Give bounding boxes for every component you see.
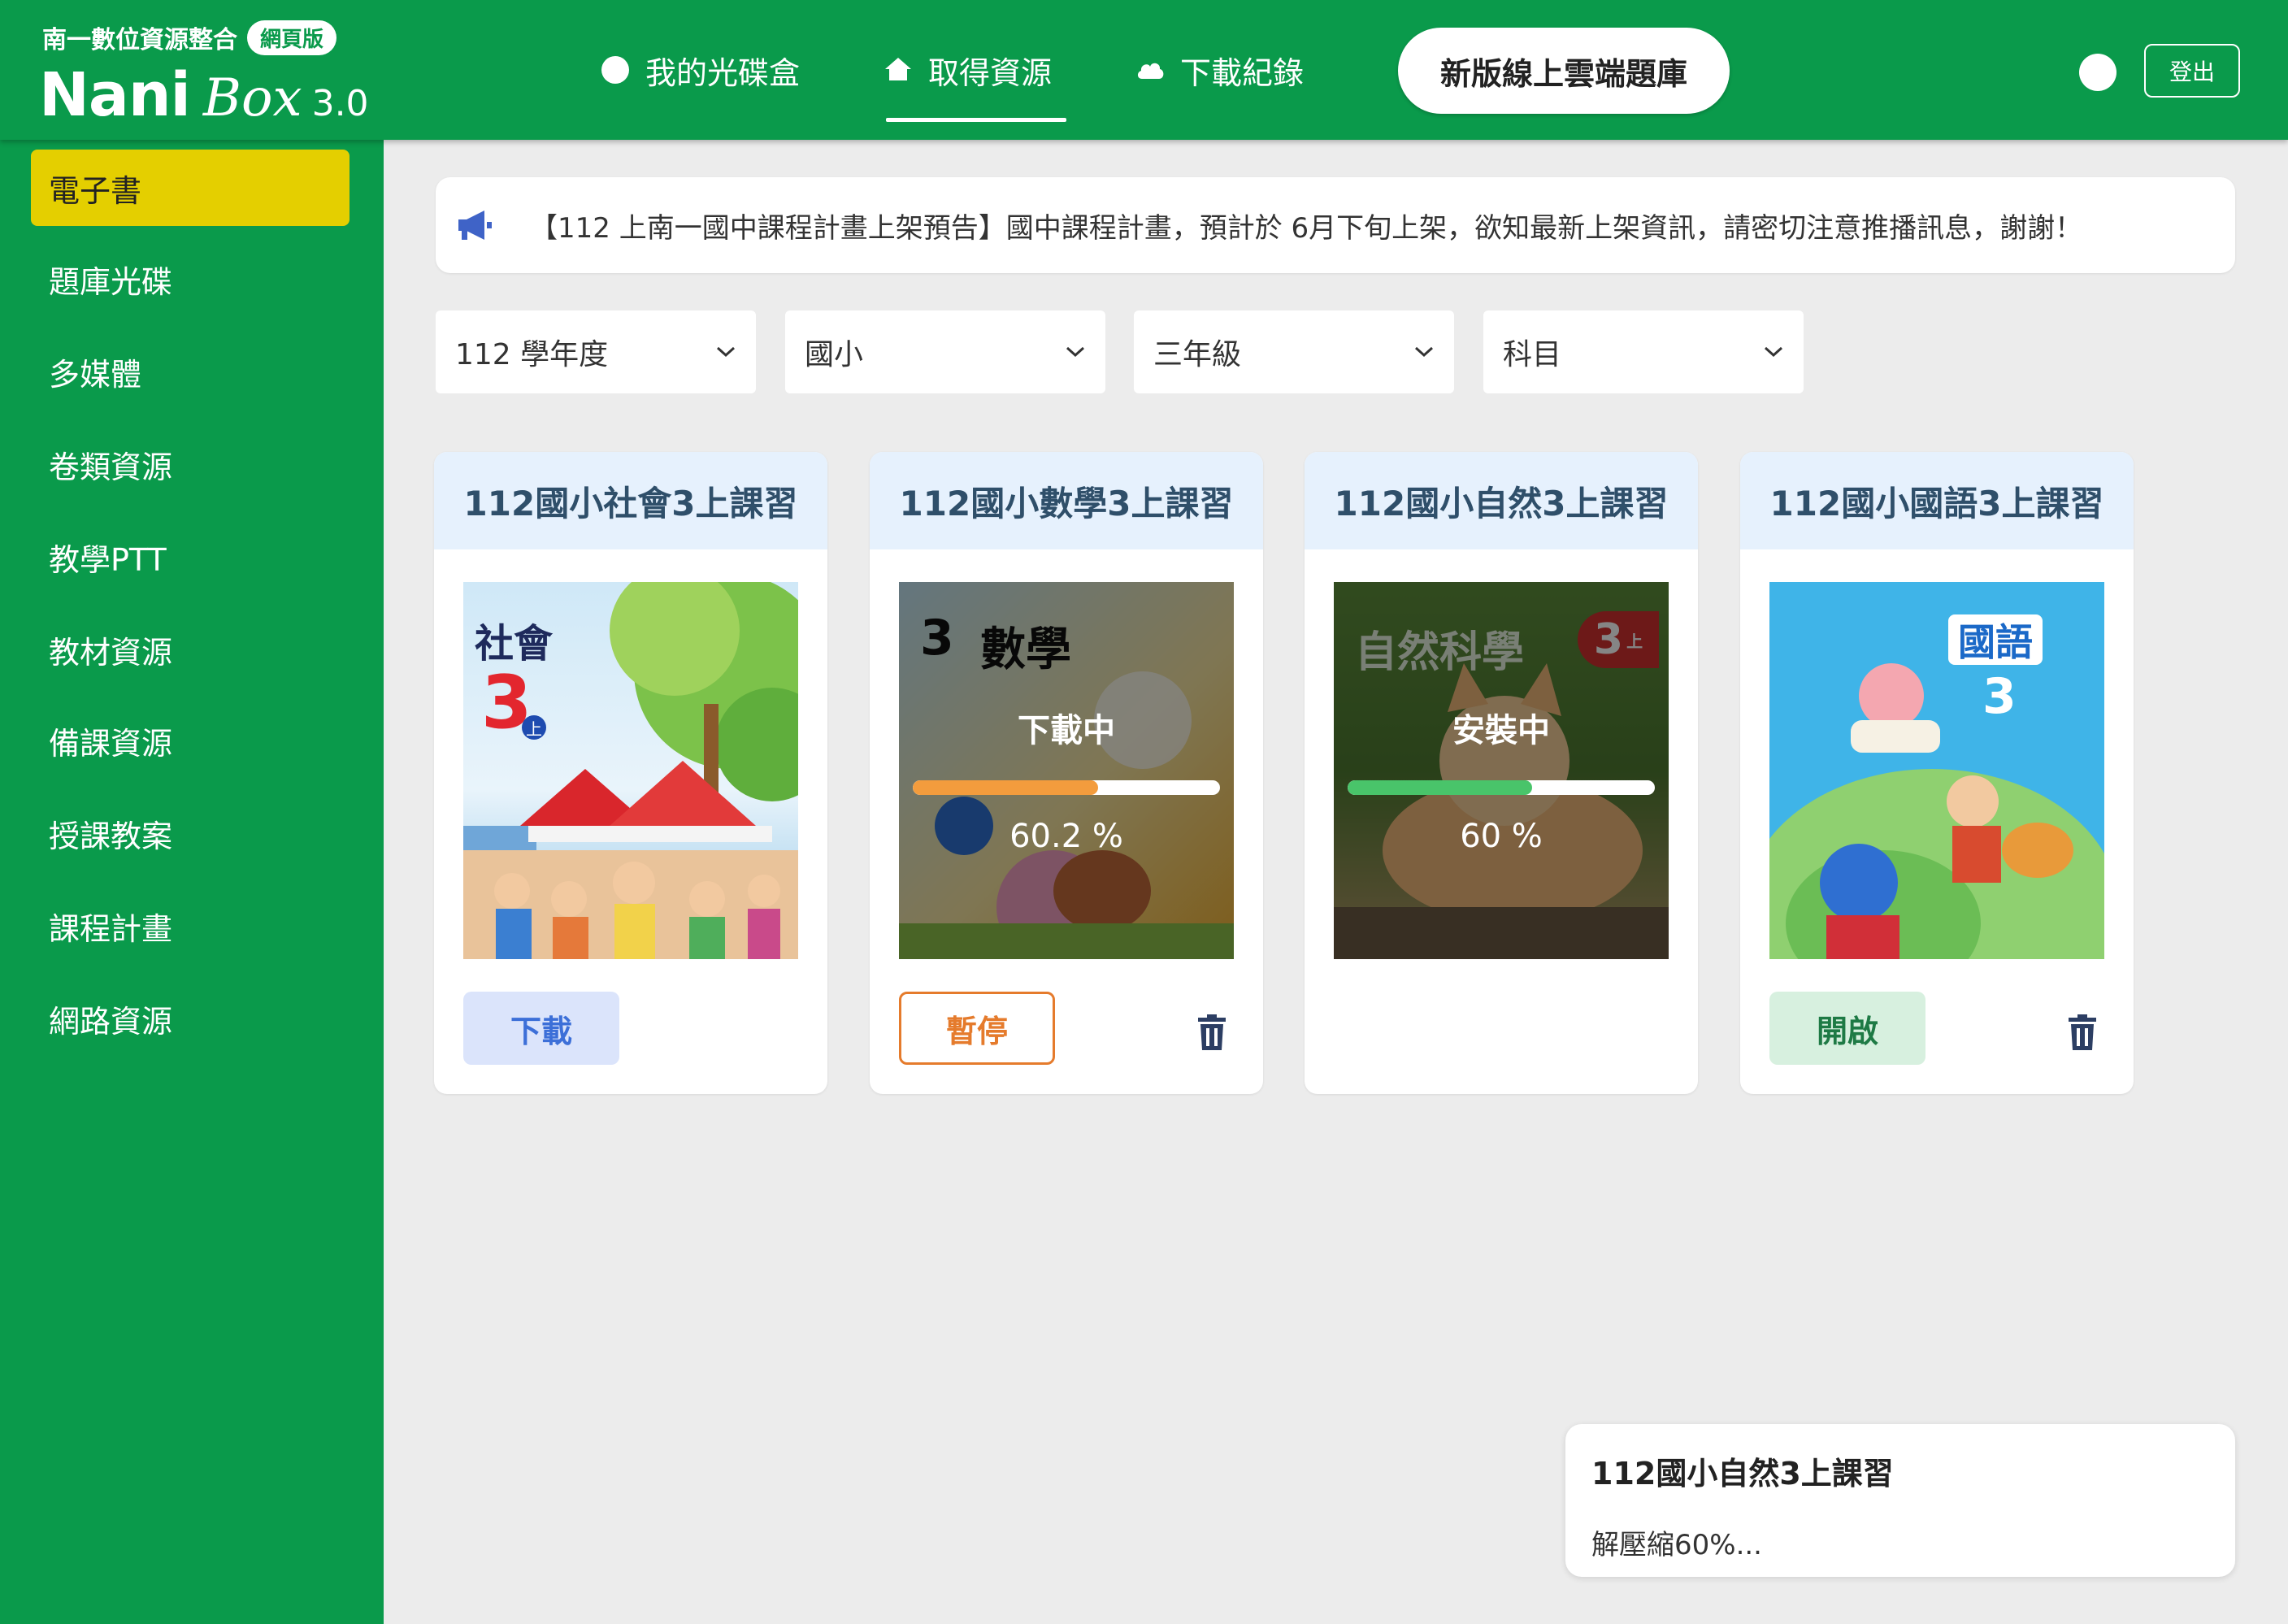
chevron-down-icon [1066, 346, 1085, 358]
download-status-label: 下載中 [1018, 712, 1115, 749]
sidebar-item-teaching-ptt[interactable]: 教學PTT [31, 519, 349, 595]
nav-item-my-disc-box[interactable]: 我的光碟盒 [585, 0, 814, 140]
sidebar-item-lesson-prep[interactable]: 備課資源 [31, 702, 349, 779]
download-progress-bar [913, 780, 1220, 795]
web-version-badge: 網頁版 [247, 20, 337, 55]
online-question-bank-button[interactable]: 新版線上雲端題庫 [1398, 28, 1730, 114]
main-nav: 我的光碟盒 取得資源 下載紀錄 [585, 0, 1372, 140]
nanibox-logo[interactable]: Nani Box 3.0 [39, 60, 369, 130]
brand-title-row: 南一數位資源整合 網頁版 [42, 20, 337, 55]
nav-label: 我的光碟盒 [645, 54, 801, 91]
chevron-down-icon [716, 346, 736, 358]
cover-title: 國語 [1948, 614, 2043, 665]
book-card-social: 112國小社會3上課習 社會 3 上 下載 [434, 452, 827, 1094]
cloud-icon [1138, 63, 1164, 79]
trash-icon[interactable] [2067, 1014, 2098, 1050]
nav-item-get-resources[interactable]: 取得資源 [868, 0, 1067, 140]
subject-select-value: 科目 [1503, 338, 1562, 371]
toast-title: 112國小自然3上課習 [1591, 1456, 1894, 1492]
brand-title: 南一數位資源整合 [42, 26, 237, 54]
subject-select[interactable]: 科目 [1483, 310, 1804, 393]
download-overlay: 下載中 60.2 % [899, 582, 1234, 959]
announcement-bar: 【112 上南一國中課程計畫上架預告】國中課程計畫，預計於 6月下旬上架，欲知最… [436, 177, 2235, 273]
trash-icon[interactable] [1196, 1014, 1227, 1050]
install-progress-text: 60 % [1460, 818, 1543, 855]
book-cover-image[interactable]: 社會 3 上 [463, 582, 798, 959]
circle-icon [601, 56, 629, 84]
logo-nani-text: Nani [39, 60, 191, 130]
logout-button[interactable]: 登出 [2144, 44, 2240, 98]
sidebar-item-course-plans[interactable]: 課程計畫 [31, 888, 349, 964]
book-card-title: 112國小國語3上課習 [1740, 452, 2134, 549]
school-level-select-value: 國小 [805, 338, 864, 371]
sidebar-item-lesson-plans[interactable]: 授課教案 [31, 795, 349, 871]
book-card-title: 112國小數學3上課習 [870, 452, 1263, 549]
cover-grade-mark: 上 [522, 715, 546, 740]
book-card-title: 112國小自然3上課習 [1305, 452, 1698, 549]
nav-item-download-history[interactable]: 下載紀錄 [1120, 0, 1318, 140]
sidebar-item-multimedia[interactable]: 多媒體 [31, 333, 349, 410]
book-cover-image[interactable]: 國語 3 [1769, 582, 2104, 959]
sidebar: 電子書 題庫光碟 多媒體 卷類資源 教學PTT 教材資源 備課資源 授課教案 課… [0, 140, 384, 1624]
chevron-down-icon [1414, 346, 1434, 358]
sidebar-item-web-resources[interactable]: 網路資源 [31, 980, 349, 1057]
book-card-chinese: 112國小國語3上課習 國語 3 開啟 [1740, 452, 2134, 1094]
sidebar-item-question-bank-disc[interactable]: 題庫光碟 [31, 241, 349, 317]
book-card-math: 112國小數學3上課習 3 數學 下載中 60.2 % 暫停 [870, 452, 1263, 1094]
sidebar-item-material-resources[interactable]: 教材資源 [31, 611, 349, 688]
year-select[interactable]: 112 學年度 [436, 310, 756, 393]
year-select-value: 112 學年度 [455, 338, 609, 371]
cover-grade: 3 [1982, 668, 2017, 725]
toast-message: 解壓縮60%... [1591, 1529, 1762, 1561]
sidebar-item-exam-resources[interactable]: 卷類資源 [31, 426, 349, 502]
download-progress-text: 60.2 % [1009, 818, 1123, 855]
unzip-toast: 112國小自然3上課習 解壓縮60%... [1565, 1424, 2235, 1577]
book-card-title: 112國小社會3上課習 [434, 452, 827, 549]
megaphone-icon [458, 211, 492, 240]
book-cover-image[interactable]: 自然科學 3 上 安裝中 60 % [1334, 582, 1669, 959]
pause-button[interactable]: 暫停 [899, 992, 1055, 1065]
user-avatar[interactable] [2079, 54, 2117, 91]
top-header: 南一數位資源整合 網頁版 Nani Box 3.0 我的光碟盒 取得資源 下載紀… [0, 0, 2288, 140]
book-card-science: 112國小自然3上課習 自然科學 3 上 安裝中 60 % [1305, 452, 1698, 1094]
install-status-label: 安裝中 [1452, 712, 1550, 749]
sidebar-item-ebook[interactable]: 電子書 [31, 150, 349, 226]
install-progress-fill [1348, 780, 1532, 795]
grade-select[interactable]: 三年級 [1134, 310, 1454, 393]
nav-label: 下載紀錄 [1180, 54, 1305, 91]
cover-illustration [1769, 663, 2104, 959]
nav-label: 取得資源 [928, 54, 1053, 91]
download-progress-fill [913, 780, 1098, 795]
logo-version-text: 3.0 [311, 83, 369, 124]
home-icon [885, 58, 912, 80]
chevron-down-icon [1764, 346, 1783, 358]
download-button[interactable]: 下載 [463, 992, 619, 1065]
open-button[interactable]: 開啟 [1769, 992, 1925, 1065]
install-progress-bar [1348, 780, 1655, 795]
grade-select-value: 三年級 [1153, 338, 1242, 371]
install-overlay: 安裝中 60 % [1334, 582, 1669, 959]
announcement-text: 【112 上南一國中課程計畫上架預告】國中課程計畫，預計於 6月下旬上架，欲知最… [530, 211, 2083, 245]
logo-box-text: Box [202, 68, 302, 128]
school-level-select[interactable]: 國小 [785, 310, 1105, 393]
book-cover-image[interactable]: 3 數學 下載中 60.2 % [899, 582, 1234, 959]
